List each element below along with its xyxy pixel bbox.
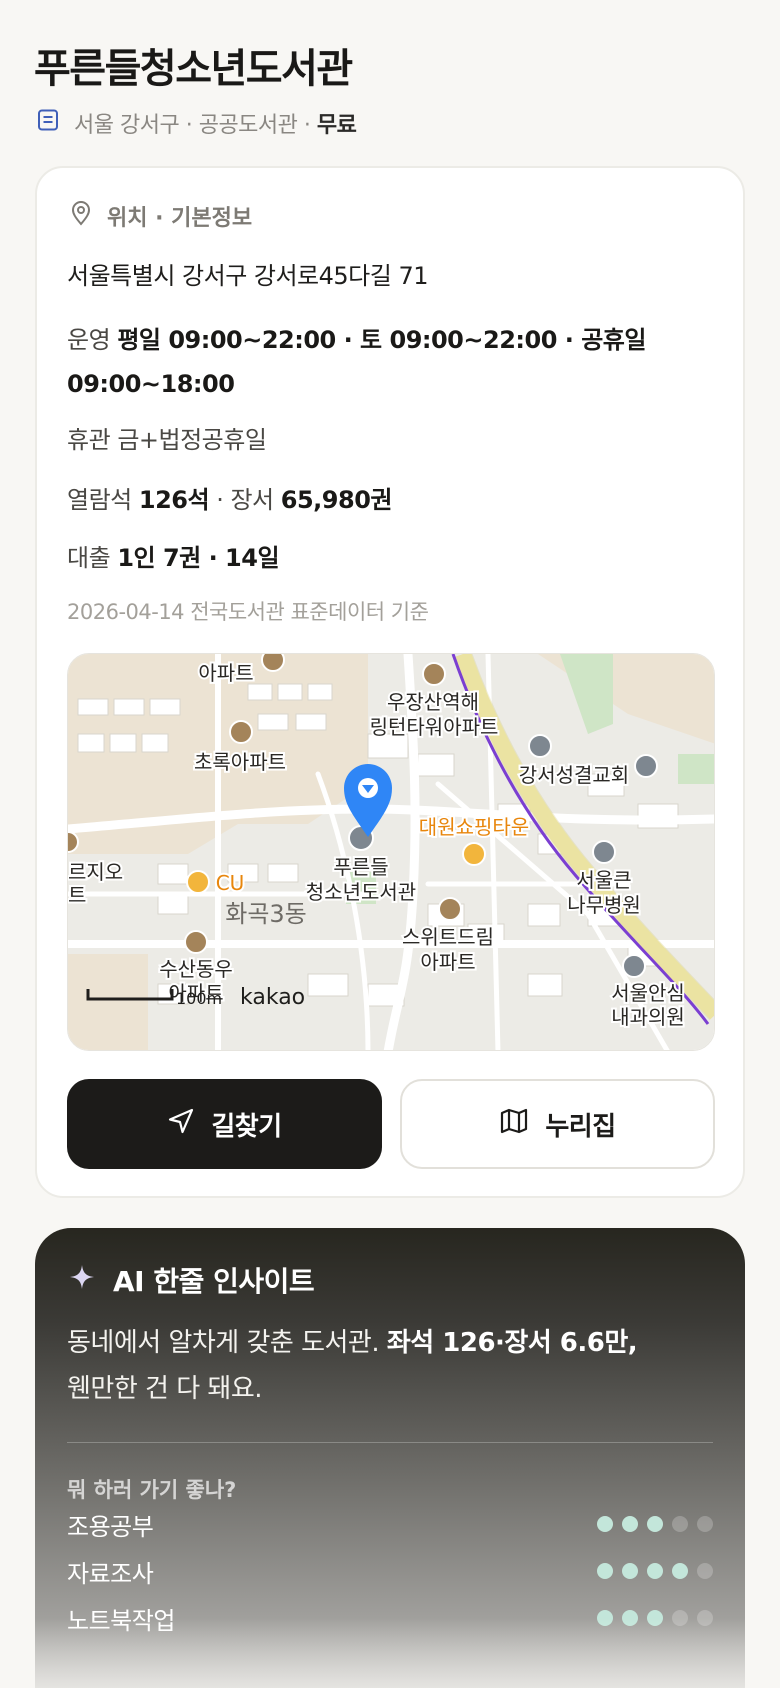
loan-value: 1인 7권 · 14일 xyxy=(117,544,280,572)
ai-text-bold: 좌석 126·장서 6.6만, xyxy=(386,1328,638,1358)
rating-dot-filled xyxy=(622,1610,638,1626)
map-label: 나무병원 xyxy=(567,893,641,917)
rating-dot-filled xyxy=(597,1516,613,1532)
rating-dot-filled xyxy=(622,1563,638,1579)
seats-row: 열람석 126석 · 장서 65,980권 xyxy=(67,480,392,515)
hours-label: 운영 xyxy=(67,326,111,354)
closed-value: 금+법정공휴일 xyxy=(117,426,267,454)
ai-insight-title: AI 한줄 인사이트 xyxy=(113,1265,315,1298)
closed-label: 휴관 xyxy=(67,426,111,454)
seats-label: 열람석 xyxy=(67,486,132,514)
rating-row: 조용공부 xyxy=(67,1506,713,1542)
map-label: 강서성결교회 xyxy=(519,763,629,787)
map-icon xyxy=(499,1107,529,1142)
directions-button[interactable]: 길찾기 xyxy=(67,1079,382,1169)
books-label: · 장서 xyxy=(216,486,274,514)
page-title: 푸른들청소년도서관 xyxy=(34,46,353,92)
website-button[interactable]: 누리집 xyxy=(400,1079,715,1169)
rating-row: 노트북작업 xyxy=(67,1600,713,1636)
website-label: 누리집 xyxy=(545,1111,616,1142)
map-label: 내과의원 xyxy=(611,1005,685,1029)
map-label: 아파트 xyxy=(198,661,253,685)
map-district-label: 화곡3동 xyxy=(225,900,307,928)
info-card: 위치 · 기본정보 서울특별시 강서구 강서로45다길 71 운영 평일 09:… xyxy=(35,166,745,1198)
address-text: 서울특별시 강서구 강서로45다길 71 xyxy=(67,262,429,290)
ai-text-tail: 웬만한 건 다 돼요. xyxy=(67,1374,263,1404)
rating-label: 자료조사 xyxy=(67,1559,154,1588)
hours-row: 운영 평일 09:00~22:00 · 토 09:00~22:00 · 공휴일 … xyxy=(67,318,707,406)
loan-row: 대출 1인 7권 · 14일 xyxy=(67,538,280,573)
rating-dot-filled xyxy=(672,1563,688,1579)
rating-dot-empty xyxy=(697,1516,713,1532)
rating-label: 조용공부 xyxy=(67,1512,154,1541)
closed-row: 휴관 금+법정공휴일 xyxy=(67,420,267,455)
fee-badge: 무료 xyxy=(316,113,357,138)
books-value: 65,980권 xyxy=(280,486,393,514)
rating-label: 노트북작업 xyxy=(67,1606,175,1635)
ai-insight-card: AI 한줄 인사이트 동네에서 알차게 갖춘 도서관. 좌석 126·장서 6.… xyxy=(35,1228,745,1688)
map-label: 수산동우 xyxy=(159,957,233,981)
navigation-arrow-icon xyxy=(167,1107,195,1142)
map-label: 링턴타워아파트 xyxy=(370,715,499,739)
info-section-header: 위치 · 기본정보 xyxy=(69,198,252,234)
map-label: 아파트 xyxy=(420,950,475,974)
map-label: 우장산역해 xyxy=(387,690,479,714)
directions-label: 길찾기 xyxy=(211,1111,282,1142)
rating-dot-filled xyxy=(597,1610,613,1626)
sparkle-icon xyxy=(69,1264,95,1297)
map-label: 서울큰 xyxy=(576,868,631,892)
map-label: 초록아파트 xyxy=(194,750,286,774)
separator: · xyxy=(185,113,193,138)
rating-row: 자료조사 xyxy=(67,1553,713,1589)
rating-dot-filled xyxy=(622,1516,638,1532)
rating-dot-filled xyxy=(647,1610,663,1626)
type-text: 공공도서관 xyxy=(198,113,298,138)
location-map[interactable]: 아파트 우장산역해 링턴타워아파트 초록아파트 강서성결교회 푸른들 청소년도서… xyxy=(67,653,715,1051)
rating-dot-empty xyxy=(697,1610,713,1626)
district-text: 서울 강서구 xyxy=(74,113,180,138)
map-label: 스위트드림 xyxy=(402,925,494,949)
seats-value: 126석 xyxy=(138,486,210,514)
rating-dot-empty xyxy=(672,1516,688,1532)
ai-insight-header: AI 한줄 인사이트 xyxy=(69,1258,315,1302)
location-pin-icon xyxy=(69,200,93,232)
rating-dots xyxy=(597,1516,713,1532)
ai-question: 뭐 하러 가기 좋나? xyxy=(67,1478,237,1502)
rating-dot-empty xyxy=(697,1563,713,1579)
divider xyxy=(67,1442,713,1443)
ai-text-plain: 동네에서 알차게 갖춘 도서관. xyxy=(67,1328,387,1358)
rating-dot-filled xyxy=(647,1563,663,1579)
document-icon xyxy=(36,108,60,138)
info-section-title: 위치 · 기본정보 xyxy=(107,206,253,231)
map-label: 푸른들 xyxy=(333,855,388,879)
loan-label: 대출 xyxy=(67,544,111,572)
rating-dot-empty xyxy=(672,1610,688,1626)
ai-insight-text: 동네에서 알차게 갖춘 도서관. 좌석 126·장서 6.6만, 웬만한 건 다… xyxy=(67,1320,707,1412)
rating-dots xyxy=(597,1563,713,1579)
map-scale: 100m xyxy=(176,989,222,1008)
map-label: CU xyxy=(216,871,245,895)
map-label: 르지오 xyxy=(68,860,123,884)
rating-dot-filled xyxy=(597,1563,613,1579)
hours-value: 평일 09:00~22:00 · 토 09:00~22:00 · 공휴일 09:… xyxy=(67,326,646,398)
separator: · xyxy=(303,113,311,138)
rating-dots xyxy=(597,1610,713,1626)
map-label: 청소년도서관 xyxy=(306,880,416,904)
library-detail-page: 푸른들청소년도서관 서울 강서구 · 공공도서관 · 무료 위치 · 기본정보 … xyxy=(0,0,780,1688)
data-basis-note: 2026-04-14 전국도서관 표준데이터 기준 xyxy=(67,600,429,624)
map-brand: kakao xyxy=(240,985,305,1010)
map-label: 대원쇼핑타운 xyxy=(419,815,529,839)
map-label: 트 xyxy=(68,883,86,907)
rating-dot-filled xyxy=(647,1516,663,1532)
map-label: 서울안심 xyxy=(611,981,685,1005)
library-meta: 서울 강서구 · 공공도서관 · 무료 xyxy=(36,106,357,140)
